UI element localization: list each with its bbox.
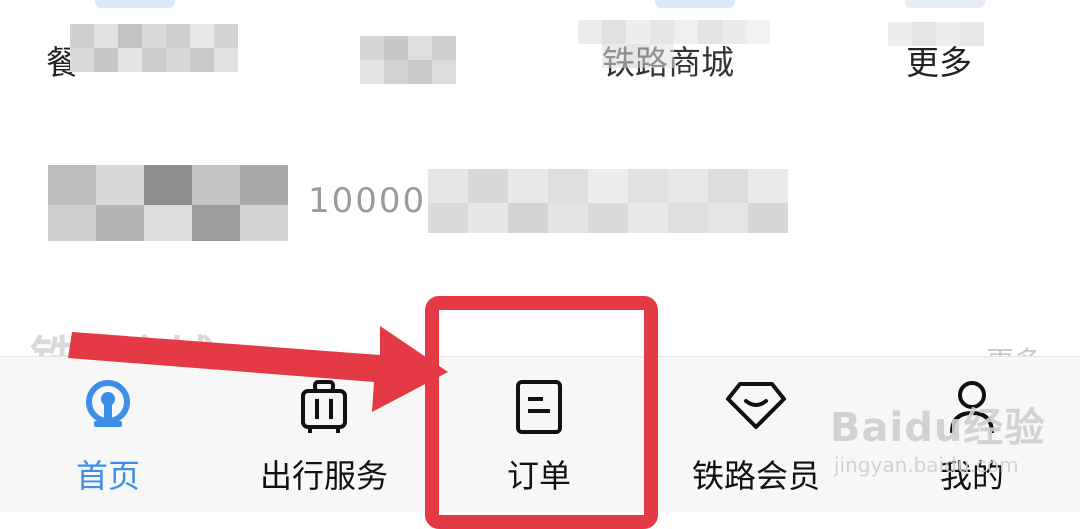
tab-label: 铁路会员 <box>691 457 820 495</box>
diamond-icon <box>724 379 788 435</box>
watermark: Baidu经验 jingyan.baidu.com <box>830 395 1045 477</box>
notice-banner[interactable]: 10000 <box>48 165 793 245</box>
pixelated-mask <box>578 20 770 44</box>
pixelated-mask <box>48 205 288 241</box>
quick-entry-row: 餐 铁路商城 更多 <box>0 0 1080 110</box>
pixelated-mask <box>428 169 788 203</box>
tab-label: 订单 <box>506 457 571 495</box>
banner-text: 10000 <box>308 181 427 221</box>
pixelated-mask <box>602 44 674 68</box>
tab-travel-services[interactable]: 出行服务 <box>244 357 404 512</box>
tab-orders[interactable]: 订单 <box>459 357 619 512</box>
tab-label: 出行服务 <box>259 457 388 495</box>
tab-label: 首页 <box>75 457 140 495</box>
watermark-logo-text: Baidu经验 <box>830 405 1046 451</box>
pixelated-mask <box>360 60 456 84</box>
pixelated-mask <box>888 22 984 46</box>
pixelated-mask <box>70 48 238 72</box>
pixelated-mask <box>428 203 788 233</box>
watermark-url: jingyan.baidu.com <box>834 453 1019 477</box>
quick-entry-icon-stub <box>655 0 735 8</box>
pixelated-mask <box>360 36 456 60</box>
tab-home[interactable]: 首页 <box>28 357 188 512</box>
railway-logo-icon <box>82 379 134 435</box>
pixelated-mask <box>70 24 238 48</box>
order-document-icon <box>513 379 565 439</box>
quick-entry-icon-stub <box>95 0 175 8</box>
pixelated-mask <box>48 165 288 205</box>
quick-entry-icon-stub <box>905 0 985 8</box>
tab-railway-membership[interactable]: 铁路会员 <box>676 357 836 512</box>
luggage-icon <box>298 379 350 439</box>
